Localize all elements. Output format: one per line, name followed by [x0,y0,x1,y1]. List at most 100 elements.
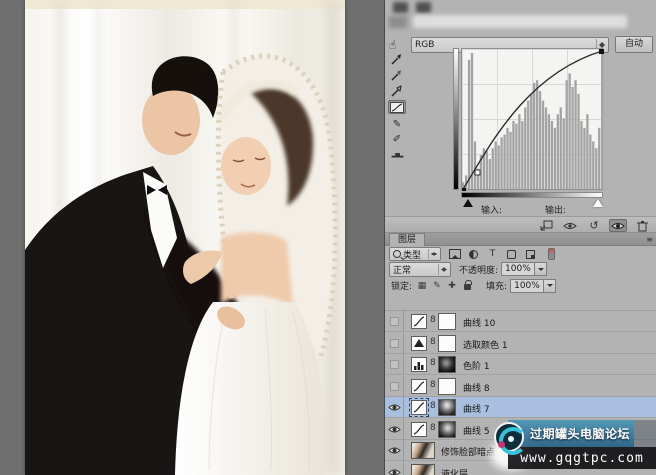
eye-icon[interactable] [385,419,404,440]
smooth-curve-icon[interactable]: ✐ [388,132,406,146]
fill-label: 填充: [486,282,508,292]
lock-transparency-icon[interactable]: ▦ [416,280,428,291]
layer-name[interactable]: 液化层 [441,467,468,475]
watermark-forum-name: 过期罐头电脑论坛 [529,427,630,441]
eye-icon[interactable] [385,440,404,461]
layer-name[interactable]: 曲线 8 [463,381,490,394]
eye-icon[interactable] [385,397,404,418]
search-icon [393,250,401,258]
delete-adjustment-icon[interactable] [633,219,651,232]
blurred-preset-dropdown [413,15,627,28]
eye-toggle-empty[interactable] [385,311,404,332]
blend-mode-row: 正常 不透明度: 100% [385,261,656,277]
watermark-url: www.gqgtpc.com [520,450,644,466]
reset-icon[interactable]: ↺ [585,219,603,232]
filter-toggle-icon[interactable] [548,248,555,260]
filter-shape-layers-icon[interactable] [504,248,519,260]
panel-tab-bar: 图层 ≡ [385,233,656,246]
dropdown-stepper-icon [438,263,447,275]
opacity-label: 不透明度: [459,265,499,276]
layer-thumbnail[interactable] [411,442,435,459]
eye-toggle-empty[interactable] [385,376,404,397]
visibility-eye-icon[interactable] [609,219,627,232]
layer-name[interactable]: 色阶 1 [463,359,490,372]
black-point-eyedropper-icon[interactable] [388,52,406,66]
lock-row: 锁定: ▦ ✎ ✚ 填充: 100% [385,278,656,293]
gray-point-eyedropper-icon[interactable] [388,68,406,82]
eye-toggle-empty[interactable] [385,333,404,354]
input-gradient-bar [461,192,603,198]
layer-mask-thumbnail[interactable] [438,421,456,438]
right-panel: ☝ RGB 自动 ✎ ✐ ▂▅▂ 输入: 输出: ↺ 图层 ≡ 类型 T 正常 … [384,0,656,475]
adjustment-layer-icon[interactable] [411,379,427,394]
fill-value[interactable]: 100% [510,278,545,293]
watermark-banner: 过期罐头电脑论坛 [508,420,634,447]
eye-toggle-empty[interactable] [385,354,404,375]
lock-all-icon[interactable] [461,280,473,291]
filter-type-label: 类型 [403,250,422,261]
mask-link-icon: 8 [430,401,436,411]
mask-link-icon: 8 [430,315,436,325]
adjustment-layer-icon[interactable] [409,398,429,417]
curves-grid[interactable] [461,48,604,191]
layer-name[interactable]: 曲线 7 [463,402,490,415]
mask-link-icon: 8 [430,423,436,433]
lock-pixels-icon[interactable]: ✎ [431,280,443,291]
watermark-ghost [634,420,656,447]
layer-row[interactable]: 8 曲线 7 [385,397,656,418]
layer-mask-thumbnail[interactable] [438,313,456,330]
view-previous-state-icon[interactable] [561,219,579,232]
adjustment-layer-icon[interactable] [411,357,427,372]
curve-point-shadow[interactable] [462,188,466,191]
layer-mask-thumbnail[interactable] [438,335,456,352]
layer-name[interactable]: 修饰脸部暗点 [441,445,495,458]
clip-to-layer-icon[interactable] [537,219,555,232]
fill-dropdown-icon[interactable] [544,278,557,293]
filter-pixel-layers-icon[interactable] [447,248,462,260]
histogram-clip-icon: ▂▅▂ [391,150,404,158]
adjustment-layer-icon[interactable] [411,314,427,329]
lock-label: 锁定: [391,282,413,292]
layer-mask-thumbnail[interactable] [438,399,456,416]
tab-layers[interactable]: 图层 [389,233,426,246]
adjustment-layer-icon[interactable] [411,422,427,437]
output-label: 输出: [545,206,567,216]
watermark: 过期罐头电脑论坛 www.gqgtpc.com [488,416,656,472]
layer-row[interactable]: 8 曲线 8 [385,376,656,397]
panel-menu-icon[interactable]: ≡ [646,235,653,244]
edit-points-tool-icon[interactable] [388,100,406,114]
watermark-logo [494,422,527,455]
wedding-photo-canvas [25,0,345,475]
opacity-dropdown-icon[interactable] [535,262,548,276]
layer-row[interactable]: 8 曲线 10 [385,311,656,332]
opacity-value[interactable]: 100% [501,262,536,276]
filter-type-select[interactable]: 类型 [389,247,441,261]
lock-position-icon[interactable]: ✚ [446,280,458,291]
blend-mode-select[interactable]: 正常 [389,261,451,277]
input-label: 输入: [481,206,503,216]
targeted-adjustment-tool-icon[interactable]: ☝ [389,38,407,53]
filter-type-layers-icon[interactable]: T [485,248,500,260]
pencil-tool-icon[interactable]: ✎ [388,117,406,131]
layer-row[interactable]: 8 色阶 1 [385,354,656,375]
layer-mask-thumbnail[interactable] [438,378,456,395]
layer-row[interactable]: 8 选取颜色 1 [385,333,656,354]
layer-filter-row: 类型 T [385,247,656,261]
adjustment-layer-icon[interactable] [411,336,427,351]
layer-mask-thumbnail[interactable] [438,356,456,373]
layer-thumbnail[interactable] [411,464,435,475]
white-point-eyedropper-icon[interactable] [388,84,406,98]
histogram [462,53,604,189]
curve-point-highlight[interactable] [599,49,604,54]
filter-smart-object-icon[interactable] [523,248,538,260]
layer-name[interactable]: 曲线 5 [463,424,490,437]
filter-adjustment-layers-icon[interactable] [466,248,481,260]
input-output-row: 输入: 输出: [385,203,656,216]
layer-name[interactable]: 选取颜色 1 [463,338,508,351]
eye-icon[interactable] [385,462,404,475]
auto-button[interactable]: 自动 [615,36,653,53]
curve-point-mid[interactable] [474,169,481,176]
watermark-url-strip: www.gqgtpc.com [508,447,656,469]
layer-name[interactable]: 曲线 10 [463,316,495,329]
channel-select-value: RGB [415,40,435,50]
